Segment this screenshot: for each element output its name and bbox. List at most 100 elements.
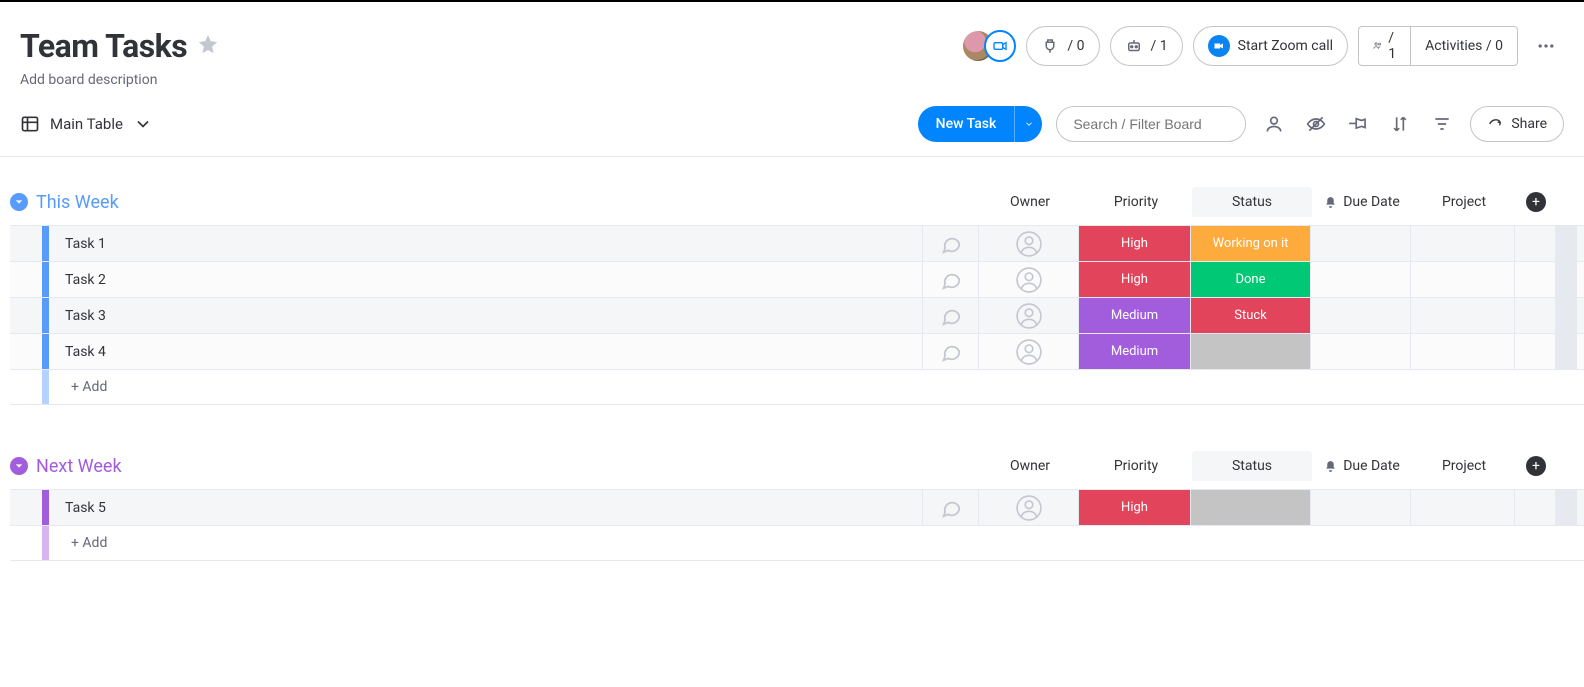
project-cell[interactable] <box>1411 298 1515 333</box>
column-header-owner[interactable]: Owner <box>980 451 1080 481</box>
task-name[interactable]: Task 1 <box>49 226 923 261</box>
column-header-priority[interactable]: Priority <box>1080 451 1192 481</box>
group-title[interactable]: Next Week <box>36 456 122 477</box>
priority-cell[interactable]: High <box>1079 226 1191 261</box>
search-input[interactable] <box>1056 106 1246 142</box>
chat-icon[interactable] <box>923 490 979 525</box>
row-accent <box>42 262 49 297</box>
chat-icon[interactable] <box>923 262 979 297</box>
star-icon[interactable] <box>197 33 219 59</box>
due-date-cell[interactable] <box>1311 490 1411 525</box>
status-cell[interactable]: Done <box>1191 262 1311 297</box>
task-row[interactable]: Task 1 HighWorking on it <box>10 225 1584 261</box>
status-cell[interactable]: Stuck <box>1191 298 1311 333</box>
column-header-due-date[interactable]: Due Date <box>1312 451 1412 481</box>
board-body: This WeekOwnerPriorityStatusDue DateProj… <box>0 157 1584 647</box>
row-accent <box>42 334 49 369</box>
priority-cell[interactable]: High <box>1079 490 1191 525</box>
column-header-due-date[interactable]: Due Date <box>1312 187 1412 217</box>
integrations-button[interactable]: / 0 <box>1026 26 1099 66</box>
zoom-call-button[interactable]: Start Zoom call <box>1193 26 1348 66</box>
board-toolbar: Main Table New Task Share <box>0 88 1584 157</box>
add-column-button[interactable]: + <box>1526 192 1546 212</box>
column-header-status[interactable]: Status <box>1192 187 1312 217</box>
column-header-label: Due Date <box>1343 194 1400 210</box>
pin-button[interactable] <box>1344 110 1372 138</box>
column-header-project[interactable]: Project <box>1412 451 1516 481</box>
status-cell[interactable]: Working on it <box>1191 226 1311 261</box>
new-task-split-button: New Task <box>918 106 1043 142</box>
integrations-count: / 0 <box>1067 38 1084 54</box>
hide-columns-button[interactable] <box>1302 110 1330 138</box>
owner-cell[interactable] <box>979 298 1079 333</box>
due-date-cell[interactable] <box>1311 262 1411 297</box>
owner-cell[interactable] <box>979 490 1079 525</box>
task-name[interactable]: Task 3 <box>49 298 923 333</box>
column-header-project[interactable]: Project <box>1412 187 1516 217</box>
add-task-row[interactable]: + Add <box>10 525 1584 561</box>
due-date-cell[interactable] <box>1311 226 1411 261</box>
more-menu-button[interactable] <box>1528 28 1564 64</box>
project-cell[interactable] <box>1411 226 1515 261</box>
due-date-cell[interactable] <box>1311 298 1411 333</box>
members-activities-segment: / 1 Activities / 0 <box>1358 26 1518 66</box>
status-cell[interactable] <box>1191 490 1311 525</box>
status-cell[interactable] <box>1191 334 1311 369</box>
activities-button[interactable]: Activities / 0 <box>1410 27 1517 65</box>
row-accent <box>42 490 49 525</box>
task-name[interactable]: Task 4 <box>49 334 923 369</box>
task-row[interactable]: Task 5 High <box>10 489 1584 525</box>
row-end <box>1555 298 1577 333</box>
project-cell[interactable] <box>1411 262 1515 297</box>
priority-cell[interactable]: Medium <box>1079 334 1191 369</box>
group-collapse-toggle[interactable] <box>10 457 28 475</box>
owner-cell[interactable] <box>979 262 1079 297</box>
automations-count: / 1 <box>1151 38 1168 54</box>
view-name: Main Table <box>50 115 123 133</box>
board-owner-avatar[interactable] <box>962 30 1016 62</box>
filter-button[interactable] <box>1428 110 1456 138</box>
board-title[interactable]: Team Tasks <box>20 27 187 65</box>
new-task-button[interactable]: New Task <box>918 106 1015 142</box>
priority-cell[interactable]: High <box>1079 262 1191 297</box>
add-column-button[interactable]: + <box>1526 456 1546 476</box>
row-end <box>1555 490 1577 525</box>
add-task-label[interactable]: + Add <box>49 370 1584 404</box>
add-task-label[interactable]: + Add <box>49 526 1584 560</box>
group-collapse-toggle[interactable] <box>10 193 28 211</box>
sort-button[interactable] <box>1386 110 1414 138</box>
column-header-label: Due Date <box>1343 458 1400 474</box>
board-description[interactable]: Add board description <box>20 72 1564 88</box>
column-header-owner[interactable]: Owner <box>980 187 1080 217</box>
project-cell[interactable] <box>1411 334 1515 369</box>
project-cell[interactable] <box>1411 490 1515 525</box>
chat-icon[interactable] <box>923 226 979 261</box>
task-row[interactable]: Task 3 MediumStuck <box>10 297 1584 333</box>
automations-button[interactable]: / 1 <box>1110 26 1183 66</box>
task-row[interactable]: Task 4 Medium <box>10 333 1584 369</box>
column-header-priority[interactable]: Priority <box>1080 187 1192 217</box>
person-filter-button[interactable] <box>1260 110 1288 138</box>
members-button[interactable]: / 1 <box>1359 27 1410 65</box>
column-header-status[interactable]: Status <box>1192 451 1312 481</box>
video-icon <box>1208 35 1230 57</box>
add-task-row[interactable]: + Add <box>10 369 1584 405</box>
group-title[interactable]: This Week <box>36 192 119 213</box>
priority-cell[interactable]: Medium <box>1079 298 1191 333</box>
chat-icon[interactable] <box>923 334 979 369</box>
row-end <box>1555 226 1577 261</box>
task-name[interactable]: Task 5 <box>49 490 923 525</box>
task-name[interactable]: Task 2 <box>49 262 923 297</box>
new-task-dropdown[interactable] <box>1014 106 1042 142</box>
zoom-call-label: Start Zoom call <box>1238 38 1333 54</box>
task-row[interactable]: Task 2 HighDone <box>10 261 1584 297</box>
activities-label: Activities / 0 <box>1425 38 1503 54</box>
owner-cell[interactable] <box>979 226 1079 261</box>
view-switcher[interactable]: Main Table <box>20 114 153 134</box>
due-date-cell[interactable] <box>1311 334 1411 369</box>
share-button[interactable]: Share <box>1470 106 1564 142</box>
owner-cell[interactable] <box>979 334 1079 369</box>
broadcast-icon <box>984 30 1016 62</box>
chat-icon[interactable] <box>923 298 979 333</box>
row-end <box>1555 334 1577 369</box>
